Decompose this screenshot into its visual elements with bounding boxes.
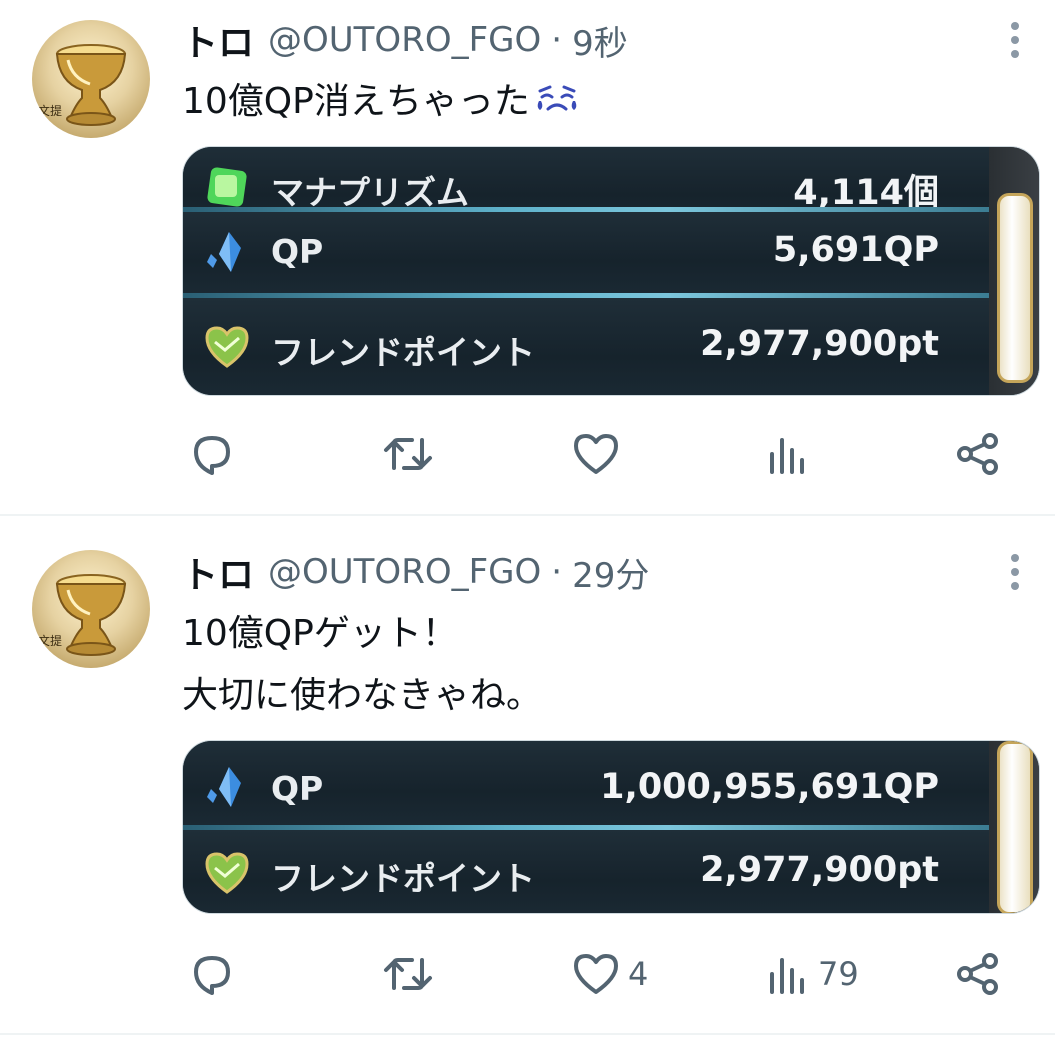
share-icon <box>957 433 998 475</box>
timestamp[interactable]: 29分 <box>572 548 649 597</box>
tweet[interactable]: 文提 トロ @OUTORO_FGO · 9秒 10億QP消えちゃった マナプリズ… <box>0 0 1055 516</box>
display-name[interactable]: トロ <box>182 546 254 598</box>
grail-icon <box>55 574 127 656</box>
tweet-text-line: 大切に使わなきゃね。 <box>182 675 543 716</box>
friend-point-icon <box>205 326 249 368</box>
timestamp[interactable]: 9秒 <box>572 16 628 65</box>
retweet-icon <box>384 438 432 470</box>
reply-button[interactable] <box>188 944 244 1004</box>
item-value: 2,977,900pt <box>700 850 939 890</box>
tweet-text: 10億QP消えちゃった <box>182 78 580 128</box>
avatar-caption: 文提 <box>38 104 63 118</box>
more-options-icon[interactable] <box>1004 550 1026 594</box>
retweet-icon <box>384 958 432 990</box>
tweet-text-line: 10億QP消えちゃった <box>182 81 530 122</box>
item-label: フレンドポイント <box>271 333 535 372</box>
views-button[interactable]: 79 <box>766 944 859 1004</box>
reply-button[interactable] <box>188 424 244 484</box>
share-button[interactable] <box>954 944 1002 1004</box>
item-label: フレンドポイント <box>271 859 535 898</box>
avatar[interactable]: 文提 <box>32 20 150 138</box>
tweet-header: トロ @OUTORO_FGO · 29分 <box>182 548 649 596</box>
qp-crystal-icon <box>207 232 241 272</box>
display-name[interactable]: トロ <box>182 14 254 66</box>
user-handle[interactable]: @OUTORO_FGO <box>268 20 541 60</box>
retweet-button[interactable] <box>382 424 442 484</box>
item-label: QP <box>271 769 324 808</box>
more-options-icon[interactable] <box>1004 18 1026 62</box>
tweet-actions <box>0 424 1055 484</box>
views-button[interactable] <box>766 424 818 484</box>
media-image[interactable]: マナプリズム 4,114個 QP 5,691QP フレンドポイント 2,977,… <box>182 146 1040 396</box>
item-value: 5,691QP <box>772 230 939 270</box>
scrollbar-thumb <box>997 741 1033 913</box>
friend-point-icon <box>205 852 249 894</box>
views-icon <box>770 958 804 994</box>
item-row: フレンドポイント 2,977,900pt <box>183 298 991 395</box>
item-value: 1,000,955,691QP <box>600 767 939 807</box>
item-row: フレンドポイント 2,977,900pt <box>183 830 991 913</box>
tweet-header: トロ @OUTORO_FGO · 9秒 <box>182 16 628 64</box>
views-icon <box>770 438 804 474</box>
tweet-divider <box>0 1033 1055 1035</box>
tweet-actions: 4 79 <box>0 944 1055 1004</box>
separator-dot: · <box>551 20 563 60</box>
avatar[interactable]: 文提 <box>32 550 150 668</box>
media-image[interactable]: QP 1,000,955,691QP フレンドポイント 2,977,900pt <box>182 740 1040 914</box>
separator-dot: · <box>551 552 563 592</box>
like-button[interactable] <box>572 424 628 484</box>
crying-face-icon <box>534 79 580 128</box>
mana-prism-icon <box>207 167 247 207</box>
qp-crystal-icon <box>207 767 241 807</box>
retweet-button[interactable] <box>382 944 442 1004</box>
scrollbar-thumb <box>997 193 1033 383</box>
item-value: 2,977,900pt <box>700 324 939 364</box>
like-count: 4 <box>628 955 649 993</box>
heart-icon <box>574 954 618 994</box>
user-handle[interactable]: @OUTORO_FGO <box>268 552 541 592</box>
share-icon <box>957 953 998 995</box>
reply-icon <box>194 436 230 475</box>
item-row: QP 5,691QP <box>183 212 991 294</box>
views-count: 79 <box>818 955 859 993</box>
reply-icon <box>194 956 230 995</box>
like-button[interactable]: 4 <box>572 944 648 1004</box>
share-button[interactable] <box>954 424 1002 484</box>
item-label: QP <box>271 232 324 271</box>
grail-icon <box>55 44 127 126</box>
item-row: QP 1,000,955,691QP <box>183 741 991 825</box>
heart-icon <box>574 434 618 474</box>
avatar-caption: 文提 <box>38 634 63 648</box>
tweet[interactable]: 文提 トロ @OUTORO_FGO · 29分 10億QPゲット！ 大切に使わな… <box>0 516 1055 1037</box>
tweet-text-line: 10億QPゲット！ <box>182 613 458 654</box>
scrollbar <box>989 741 1039 913</box>
scrollbar <box>989 147 1039 395</box>
